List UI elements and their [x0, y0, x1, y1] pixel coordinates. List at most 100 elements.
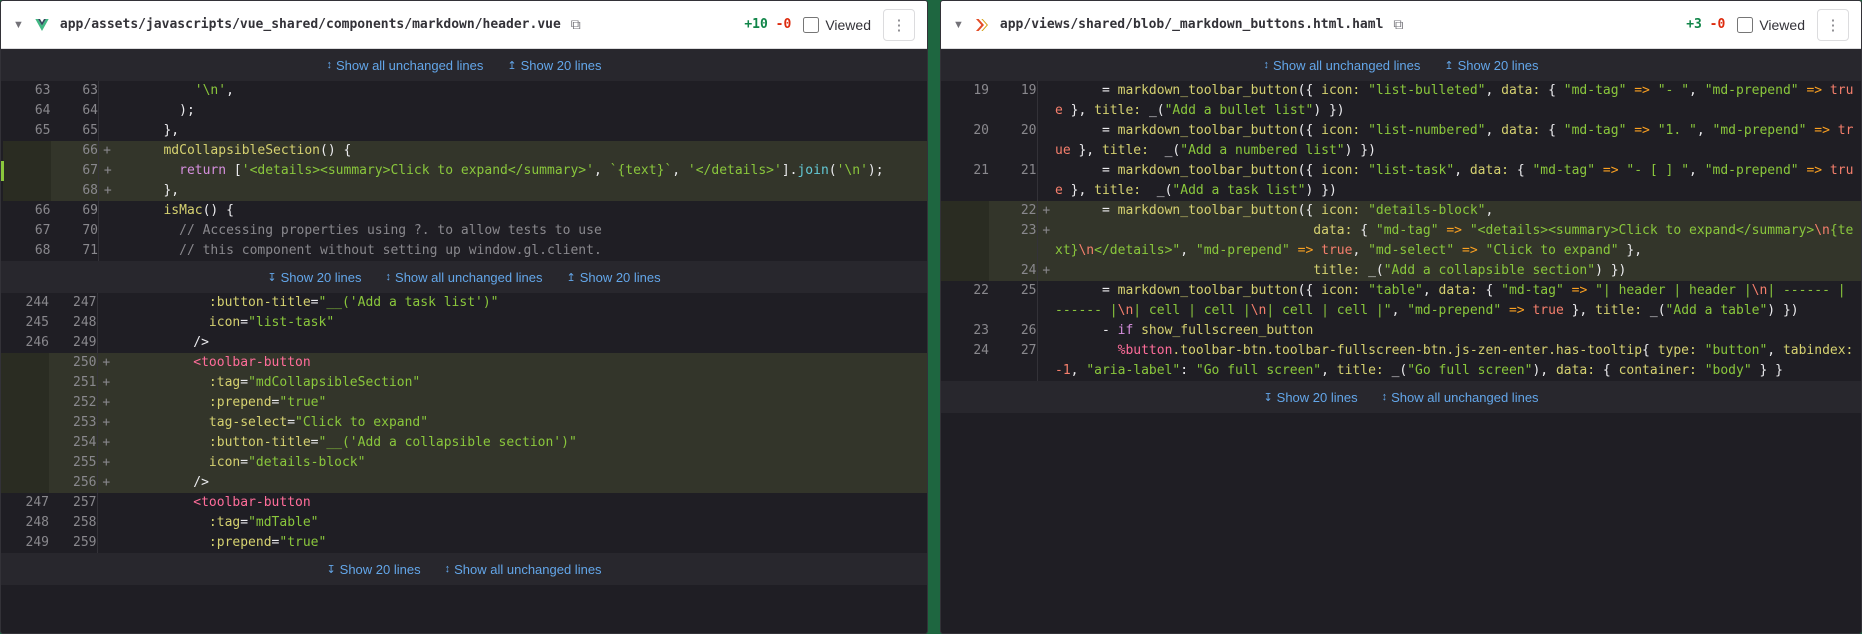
copy-path-icon[interactable]: ⧉: [571, 16, 581, 33]
line-number-old[interactable]: 22: [941, 281, 989, 321]
line-number-new[interactable]: 256: [49, 473, 97, 493]
line-number-new[interactable]: 257: [49, 493, 97, 513]
code-content[interactable]: - if show_fullscreen_button: [1055, 321, 1861, 341]
code-content[interactable]: :tag="mdTable": [115, 513, 927, 533]
code-content[interactable]: mdCollapsibleSection() {: [117, 141, 928, 161]
line-number-old[interactable]: [1, 413, 49, 433]
copy-path-icon[interactable]: ⧉: [1393, 16, 1403, 33]
line-number-old[interactable]: 63: [3, 81, 51, 101]
code-content[interactable]: :prepend="true": [115, 393, 927, 413]
line-number-new[interactable]: 64: [51, 101, 99, 121]
line-number-new[interactable]: 25: [989, 281, 1037, 321]
line-number-new[interactable]: 259: [49, 533, 97, 553]
code-content[interactable]: = markdown_toolbar_button({ icon: "table…: [1055, 281, 1861, 321]
line-number-old[interactable]: [1, 453, 49, 473]
code-content[interactable]: // Accessing properties using ?. to allo…: [117, 221, 928, 241]
code-content[interactable]: <toolbar-button: [115, 493, 927, 513]
line-number-new[interactable]: 69: [51, 201, 99, 221]
line-number-old[interactable]: 24: [941, 341, 989, 381]
show-all-unchanged[interactable]: ↕ Show all unchanged lines: [1263, 58, 1420, 73]
line-number-new[interactable]: 258: [49, 513, 97, 533]
line-number-old[interactable]: 68: [3, 241, 51, 261]
line-number-new[interactable]: 70: [51, 221, 99, 241]
line-number-old[interactable]: 19: [941, 81, 989, 121]
line-number-new[interactable]: 24: [989, 261, 1037, 281]
code-content[interactable]: isMac() {: [117, 201, 928, 221]
file-path[interactable]: app/assets/javascripts/vue_shared/compon…: [60, 17, 561, 32]
line-number-old[interactable]: [1, 353, 49, 373]
line-number-new[interactable]: 66: [51, 141, 99, 161]
line-number-old[interactable]: 65: [3, 121, 51, 141]
line-number-new[interactable]: 248: [49, 313, 97, 333]
code-content[interactable]: '\n',: [117, 81, 928, 101]
code-content[interactable]: :button-title="__('Add a collapsible sec…: [115, 433, 927, 453]
code-content[interactable]: :prepend="true": [115, 533, 927, 553]
code-content[interactable]: },: [117, 181, 928, 201]
line-number-new[interactable]: 255: [49, 453, 97, 473]
line-number-new[interactable]: 27: [989, 341, 1037, 381]
show-all-unchanged[interactable]: ↕ Show all unchanged lines: [1382, 390, 1539, 405]
code-content[interactable]: title: _("Add a collapsible section") }): [1055, 261, 1861, 281]
show-20-lines[interactable]: ↥ Show 20 lines: [1444, 58, 1538, 73]
line-number-new[interactable]: 22: [989, 201, 1037, 221]
code-content[interactable]: :tag="mdCollapsibleSection": [115, 373, 927, 393]
code-content[interactable]: icon="details-block": [115, 453, 927, 473]
line-number-old[interactable]: [1, 393, 49, 413]
line-number-new[interactable]: 252: [49, 393, 97, 413]
line-number-old[interactable]: [941, 221, 989, 261]
line-number-new[interactable]: 247: [49, 293, 97, 313]
file-path[interactable]: app/views/shared/blob/_markdown_buttons.…: [1000, 17, 1384, 32]
line-number-old[interactable]: 247: [1, 493, 49, 513]
line-number-old[interactable]: 245: [1, 313, 49, 333]
chevron-down-icon[interactable]: ▼: [953, 19, 964, 31]
line-number-old[interactable]: 20: [941, 121, 989, 161]
line-number-new[interactable]: 253: [49, 413, 97, 433]
show-20-lines-down[interactable]: ↧ Show 20 lines: [326, 562, 420, 577]
line-number-old[interactable]: [1, 373, 49, 393]
code-content[interactable]: :button-title="__('Add a task list')": [115, 293, 927, 313]
line-number-old[interactable]: 67: [3, 221, 51, 241]
line-number-old[interactable]: [941, 201, 989, 221]
code-content[interactable]: },: [117, 121, 928, 141]
code-content[interactable]: = markdown_toolbar_button({ icon: "detai…: [1055, 201, 1861, 221]
line-number-new[interactable]: 23: [989, 221, 1037, 261]
line-number-new[interactable]: 250: [49, 353, 97, 373]
line-number-old[interactable]: 248: [1, 513, 49, 533]
line-number-new[interactable]: 65: [51, 121, 99, 141]
line-number-new[interactable]: 20: [989, 121, 1037, 161]
line-number-new[interactable]: 67: [51, 161, 99, 181]
code-content[interactable]: // this component without setting up win…: [117, 241, 928, 261]
line-number-old[interactable]: [3, 161, 51, 181]
line-number-new[interactable]: 63: [51, 81, 99, 101]
line-number-old[interactable]: 64: [3, 101, 51, 121]
line-number-old[interactable]: [941, 261, 989, 281]
viewed-checkbox[interactable]: Viewed: [803, 17, 871, 33]
line-number-new[interactable]: 19: [989, 81, 1037, 121]
file-actions-menu[interactable]: ⋮: [883, 9, 915, 41]
code-content[interactable]: tag-select="Click to expand": [115, 413, 927, 433]
code-content[interactable]: icon="list-task": [115, 313, 927, 333]
line-number-new[interactable]: 71: [51, 241, 99, 261]
line-number-new[interactable]: 21: [989, 161, 1037, 201]
line-number-old[interactable]: [3, 141, 51, 161]
line-number-new[interactable]: 26: [989, 321, 1037, 341]
line-number-new[interactable]: 68: [51, 181, 99, 201]
line-number-new[interactable]: 254: [49, 433, 97, 453]
viewed-checkbox[interactable]: Viewed: [1737, 17, 1805, 33]
line-number-old[interactable]: 23: [941, 321, 989, 341]
line-number-old[interactable]: [1, 473, 49, 493]
line-number-old[interactable]: 21: [941, 161, 989, 201]
code-content[interactable]: %button.toolbar-btn.toolbar-fullscreen-b…: [1055, 341, 1861, 381]
chevron-down-icon[interactable]: ▼: [13, 19, 24, 31]
code-content[interactable]: = markdown_toolbar_button({ icon: "list-…: [1055, 81, 1861, 121]
line-number-old[interactable]: 66: [3, 201, 51, 221]
viewed-input[interactable]: [1737, 17, 1753, 33]
file-actions-menu[interactable]: ⋮: [1817, 9, 1849, 41]
show-20-lines-down[interactable]: ↧ Show 20 lines: [1263, 390, 1357, 405]
show-all-unchanged[interactable]: ↕ Show all unchanged lines: [386, 270, 543, 285]
line-number-old[interactable]: 249: [1, 533, 49, 553]
line-number-old[interactable]: 246: [1, 333, 49, 353]
show-all-unchanged[interactable]: ↕ Show all unchanged lines: [326, 58, 483, 73]
show-20-lines[interactable]: ↥ Show 20 lines: [507, 58, 601, 73]
show-20-lines-down[interactable]: ↧ Show 20 lines: [267, 270, 361, 285]
